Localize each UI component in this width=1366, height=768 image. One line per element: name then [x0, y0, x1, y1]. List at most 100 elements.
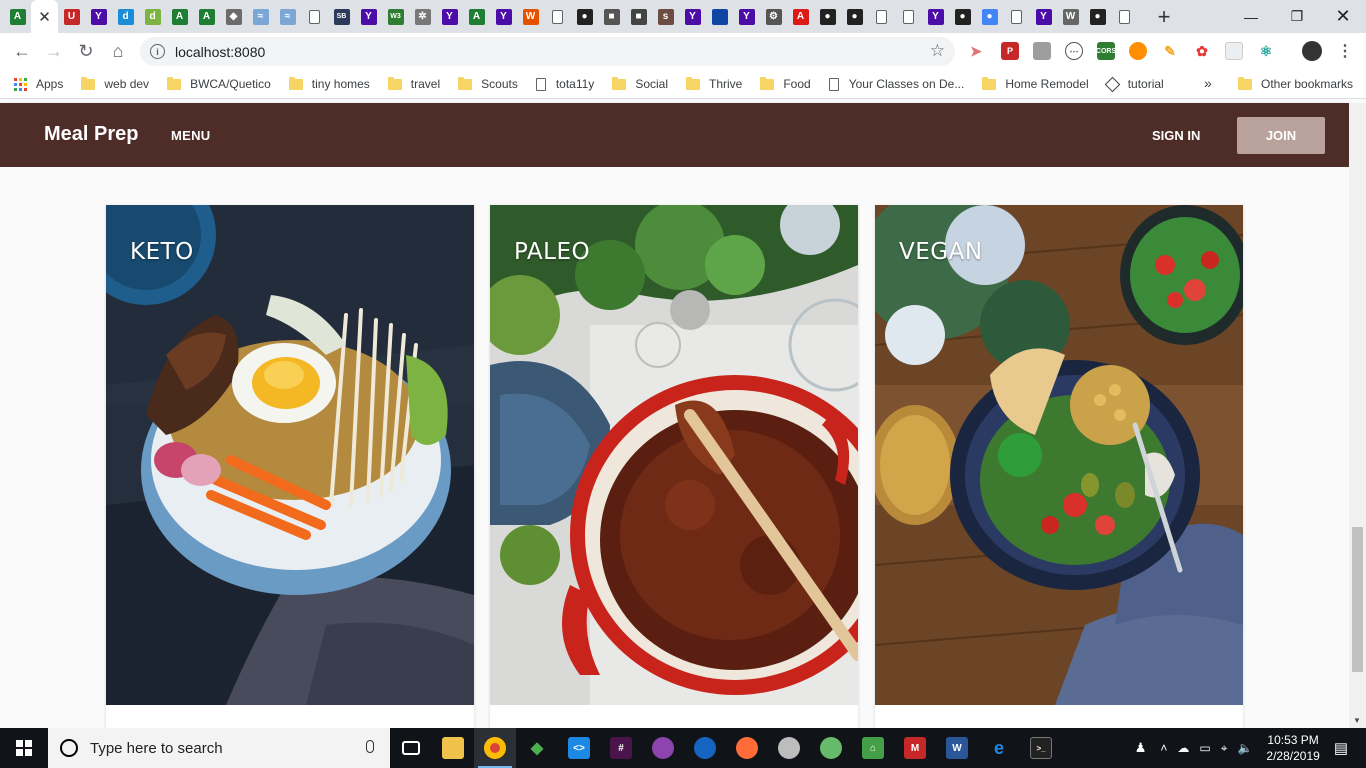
- bookmark-web-dev[interactable]: web dev: [81, 76, 149, 91]
- volume-icon[interactable]: 🔈: [1237, 741, 1252, 755]
- reload-icon[interactable]: ↻: [70, 36, 102, 68]
- elephant-app-icon[interactable]: [768, 728, 810, 768]
- menu-link[interactable]: MENU: [171, 128, 210, 143]
- bookmark-thrive[interactable]: Thrive: [686, 76, 742, 91]
- extension-arrow-icon[interactable]: ➤: [967, 42, 985, 60]
- browser-tab[interactable]: d: [139, 0, 166, 33]
- browser-tab[interactable]: ●: [976, 0, 1003, 33]
- bookmark-tiny-homes[interactable]: tiny homes: [288, 76, 370, 91]
- extension-blank-icon[interactable]: [1225, 42, 1243, 60]
- browser-tab[interactable]: Y: [922, 0, 949, 33]
- word-icon[interactable]: W: [936, 728, 978, 768]
- people-icon[interactable]: ♟: [1135, 740, 1147, 756]
- onedrive-icon[interactable]: ☁: [1177, 741, 1189, 755]
- vscode-icon[interactable]: <>: [558, 728, 600, 768]
- browser-tab[interactable]: Y: [436, 0, 463, 33]
- bookmark-star-icon[interactable]: ☆: [930, 41, 945, 61]
- browser-tab[interactable]: Y: [733, 0, 760, 33]
- bookmarks-overflow-icon[interactable]: »: [1204, 75, 1212, 91]
- shield-app-icon[interactable]: ⌂: [852, 728, 894, 768]
- browser-tab[interactable]: ●: [571, 0, 598, 33]
- bookmark-bwca-quetico[interactable]: BWCA/Quetico: [167, 76, 271, 91]
- postman-icon[interactable]: [726, 728, 768, 768]
- battery-icon[interactable]: ▭: [1199, 741, 1210, 755]
- browser-tab[interactable]: [895, 0, 922, 33]
- join-button[interactable]: JOIN: [1237, 117, 1325, 154]
- browser-tab[interactable]: ≈: [274, 0, 301, 33]
- site-info-icon[interactable]: i: [150, 44, 165, 59]
- extension-gray-icon[interactable]: [1033, 42, 1051, 60]
- gitkraken-icon[interactable]: ◆: [516, 728, 558, 768]
- minimize-button[interactable]: —: [1228, 0, 1274, 33]
- diet-card-paleo[interactable]: PALEO: [490, 205, 858, 728]
- browser-tab[interactable]: Y: [679, 0, 706, 33]
- url-text[interactable]: localhost:8080: [175, 44, 265, 60]
- chrome-taskbar-icon[interactable]: [474, 728, 516, 768]
- browser-tab[interactable]: ●: [949, 0, 976, 33]
- browser-tab[interactable]: d: [112, 0, 139, 33]
- extension-orange-icon[interactable]: [1129, 42, 1147, 60]
- extension-pocket-icon[interactable]: P: [1001, 42, 1019, 60]
- window-close-button[interactable]: ✕: [1320, 0, 1366, 33]
- wifi-icon[interactable]: ⌖: [1221, 741, 1228, 756]
- tab-close-icon[interactable]: ✕: [38, 8, 51, 26]
- browser-tab[interactable]: ≈: [247, 0, 274, 33]
- terminal-icon[interactable]: >_: [1020, 728, 1062, 768]
- notifications-icon[interactable]: ▤: [1334, 739, 1348, 757]
- brand-logo[interactable]: Meal Prep: [44, 123, 138, 146]
- extension-react-icon[interactable]: ⚛: [1257, 42, 1275, 60]
- extension-colors-icon[interactable]: ✿: [1193, 42, 1211, 60]
- browser-tab[interactable]: W3: [382, 0, 409, 33]
- scroll-down-icon[interactable]: ▼: [1353, 716, 1361, 725]
- browser-tab[interactable]: Y: [355, 0, 382, 33]
- extension-carrot-icon[interactable]: ✎: [1161, 42, 1179, 60]
- browser-tab[interactable]: A: [4, 0, 31, 33]
- browser-tab[interactable]: A: [787, 0, 814, 33]
- browser-tab[interactable]: [868, 0, 895, 33]
- bookmark-tutorial[interactable]: tutorial: [1104, 76, 1164, 92]
- browser-tab[interactable]: Y: [85, 0, 112, 33]
- bookmark-social[interactable]: Social: [612, 76, 668, 91]
- slack-icon[interactable]: #: [600, 728, 642, 768]
- home-icon[interactable]: ⌂: [102, 36, 134, 68]
- browser-tab[interactable]: [1111, 0, 1138, 33]
- diet-card-vegan[interactable]: VEGAN: [875, 205, 1243, 728]
- new-tab-button[interactable]: +: [1152, 0, 1176, 33]
- active-tab[interactable]: ✕: [31, 0, 58, 33]
- forward-icon[interactable]: →: [38, 36, 70, 68]
- page-scrollbar[interactable]: ▼: [1349, 103, 1366, 728]
- github-desktop-icon[interactable]: [642, 728, 684, 768]
- browser-tab[interactable]: A: [193, 0, 220, 33]
- task-view-icon[interactable]: [390, 728, 432, 768]
- bookmark-your-classes-on-de[interactable]: Your Classes on De...: [828, 77, 964, 91]
- file-explorer-icon[interactable]: [432, 728, 474, 768]
- bookmark-scouts[interactable]: Scouts: [458, 76, 518, 91]
- browser-tab[interactable]: ✲: [409, 0, 436, 33]
- edge-icon[interactable]: e: [978, 728, 1020, 768]
- browser-tab[interactable]: [301, 0, 328, 33]
- browser-tab[interactable]: U: [58, 0, 85, 33]
- browser-tab[interactable]: ■: [598, 0, 625, 33]
- mcafee-icon[interactable]: M: [894, 728, 936, 768]
- scrollbar-thumb[interactable]: [1352, 527, 1363, 672]
- bookmark-tota11y[interactable]: tota11y: [535, 77, 594, 91]
- profile-avatar[interactable]: [1302, 41, 1322, 61]
- bookmark-food[interactable]: Food: [760, 76, 811, 91]
- browser-tab[interactable]: [544, 0, 571, 33]
- firefox-icon[interactable]: [684, 728, 726, 768]
- start-button[interactable]: [0, 728, 48, 768]
- tray-expand-icon[interactable]: ˄: [1160, 741, 1167, 755]
- sign-in-link[interactable]: SIGN IN: [1152, 128, 1200, 143]
- back-icon[interactable]: ←: [6, 36, 38, 68]
- microphone-icon[interactable]: [366, 740, 374, 753]
- taskbar-clock[interactable]: 10:53 PM 2/28/2019: [1266, 732, 1319, 764]
- bookmark-travel[interactable]: travel: [387, 76, 440, 91]
- browser-tab[interactable]: SB: [328, 0, 355, 33]
- browser-tab[interactable]: ■: [625, 0, 652, 33]
- browser-tab[interactable]: ◆: [220, 0, 247, 33]
- browser-tab[interactable]: s: [652, 0, 679, 33]
- browser-tab[interactable]: A: [463, 0, 490, 33]
- browser-tab[interactable]: [706, 0, 733, 33]
- browser-tab[interactable]: ●: [841, 0, 868, 33]
- browser-tab[interactable]: W: [517, 0, 544, 33]
